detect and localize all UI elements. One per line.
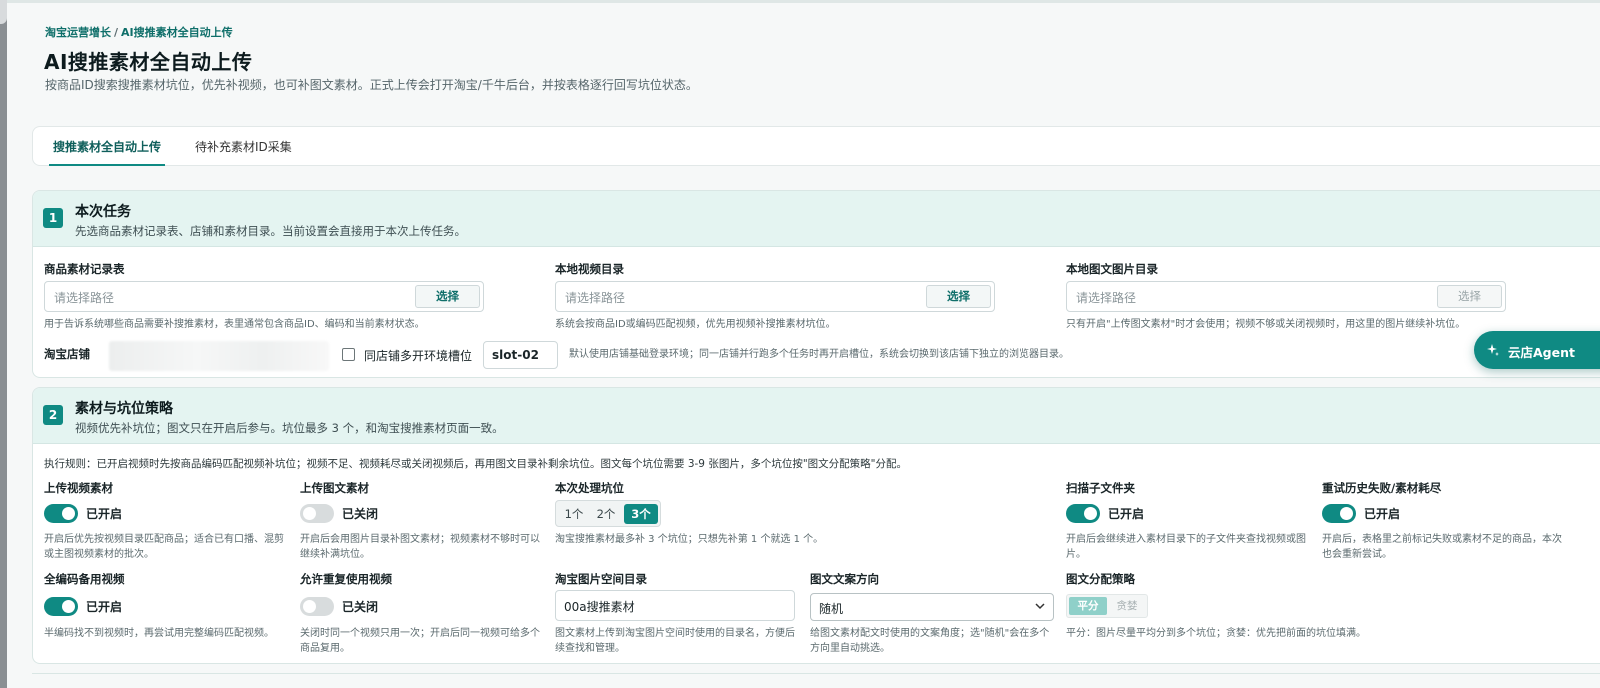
scan-subfolders-state: 已开启: [1108, 507, 1145, 521]
upload-image-state: 已关闭: [342, 507, 379, 521]
allow-reuse-help: 关闭时同一个视频只用一次；开启后同一视频可给多个商品复用。: [300, 628, 540, 654]
window-scrollbar-edge[interactable]: [0, 0, 7, 688]
tab-collect-ids[interactable]: 待补充素材ID采集: [195, 138, 292, 155]
retry-failed-label: 重试历史失败/素材耗尽: [1322, 481, 1442, 495]
upload-image-toggle[interactable]: [300, 504, 334, 523]
record-table-help: 用于告诉系统哪些商品需要补搜推素材，表里通常包含商品ID、编码和当前素材状态。: [44, 319, 425, 330]
full-code-backup-state: 已开启: [86, 600, 123, 614]
retry-failed-help: 开启后，表格里之前标记失败或素材不足的商品，本次也会重新尝试。: [1322, 534, 1562, 560]
allow-reuse-state: 已关闭: [342, 600, 379, 614]
toggle-knob: [303, 600, 316, 613]
shop-help: 默认使用店铺基础登录环境；同一店铺并行跑多个任务时再开启槽位，系统会切换到该店铺…: [569, 349, 1069, 360]
video-dir-help: 系统会按商品ID或编码匹配视频，优先用视频补搜推素材坑位。: [555, 319, 836, 330]
agent-button-label: 云店Agent: [1508, 345, 1575, 360]
section-strategy: 2 素材与坑位策略 视频优先补坑位；图文只在开启后参与。坑位最多 3 个，和淘宝…: [32, 387, 1600, 664]
shop-label: 淘宝店铺: [44, 347, 90, 361]
image-dir-help: 只有开启"上传图文素材"时才会使用；视频不够或关闭视频时，用这里的图片继续补坑位…: [1066, 319, 1466, 330]
path-placeholder: 请选择路径: [54, 291, 115, 305]
record-table-label: 商品素材记录表: [44, 262, 125, 276]
image-space-dir-input[interactable]: 00a搜推素材: [555, 590, 795, 621]
window-top-border: [0, 0, 1600, 3]
toggle-knob: [303, 507, 316, 520]
path-placeholder: 请选择路径: [1076, 291, 1137, 305]
section-title: 本次任务: [75, 204, 131, 220]
next-section-edge: [32, 673, 1600, 674]
record-table-select-button[interactable]: 选择: [415, 285, 480, 308]
section-strategy-header: 2 素材与坑位策略 视频优先补坑位；图文只在开启后参与。坑位最多 3 个，和淘宝…: [33, 388, 1600, 444]
tab-bar: 搜推素材全自动上传 待补充素材ID采集: [32, 126, 1600, 166]
sparkle-icon: [1487, 344, 1499, 356]
copy-direction-label: 图文文案方向: [810, 572, 879, 586]
tab-auto-upload[interactable]: 搜推素材全自动上传: [48, 138, 166, 166]
page-title: AI搜推素材全自动上传: [44, 50, 253, 74]
distribution-option-even[interactable]: 平分: [1069, 597, 1107, 615]
distribution-segmented-control: 平分 贪婪: [1066, 594, 1148, 618]
full-code-backup-label: 全编码备用视频: [44, 572, 125, 586]
image-dir-select-button[interactable]: 选择: [1437, 285, 1502, 308]
slot-input[interactable]: slot-02: [483, 341, 558, 369]
video-dir-label: 本地视频目录: [555, 262, 624, 276]
video-dir-path-field[interactable]: 请选择路径 选择: [555, 281, 995, 312]
distribution-help: 平分：图片尽量平均分到多个坑位；贪婪：优先把前面的坑位填满。: [1066, 628, 1366, 639]
upload-video-toggle[interactable]: [44, 504, 78, 523]
distribution-option-greedy[interactable]: 贪婪: [1108, 597, 1146, 615]
agent-floating-button[interactable]: 云店Agent: [1474, 331, 1600, 369]
chevron-down-icon: [1035, 603, 1045, 610]
distribution-label: 图文分配策略: [1066, 572, 1135, 586]
full-code-backup-toggle[interactable]: [44, 597, 78, 616]
image-space-dir-help: 图文素材上传到淘宝图片空间时使用的目录名，方便后续查找和管理。: [555, 628, 795, 654]
slots-option-1[interactable]: 1个: [559, 504, 589, 524]
path-placeholder: 请选择路径: [565, 291, 626, 305]
section-title: 素材与坑位策略: [75, 401, 173, 417]
upload-video-label: 上传视频素材: [44, 481, 113, 495]
section-subtitle: 视频优先补坑位；图文只在开启后参与。坑位最多 3 个，和淘宝搜推素材页面一致。: [75, 421, 504, 435]
copy-direction-select[interactable]: 随机: [810, 593, 1054, 621]
breadcrumb-current: AI搜推素材全自动上传: [121, 26, 233, 39]
section-task-header: 1 本次任务 先选商品素材记录表、店铺和素材目录。当前设置会直接用于本次上传任务…: [33, 191, 1600, 247]
retry-failed-toggle[interactable]: [1322, 504, 1356, 523]
slots-help: 淘宝搜推素材最多补 3 个坑位；只想先补第 1 个就选 1 个。: [555, 534, 824, 545]
execution-rule: 执行规则：已开启视频时先按商品编码匹配视频补坑位；视频不足、视频耗尽或关闭视频后…: [44, 458, 907, 470]
upload-image-label: 上传图文素材: [300, 481, 369, 495]
breadcrumb: 淘宝运营增长 / AI搜推素材全自动上传: [45, 24, 233, 40]
full-code-backup-help: 半编码找不到视频时，再尝试用完整编码匹配视频。: [44, 628, 274, 639]
breadcrumb-parent[interactable]: 淘宝运营增长: [45, 26, 111, 39]
upload-video-help: 开启后优先按视频目录匹配商品；适合已有口播、混剪或主图视频素材的批次。: [44, 534, 284, 560]
allow-reuse-label: 允许重复使用视频: [300, 572, 392, 586]
slots-option-2[interactable]: 2个: [591, 504, 621, 524]
toggle-knob: [62, 507, 75, 520]
slots-segmented-control: 1个 2个 3个: [555, 500, 661, 527]
multi-env-checkbox[interactable]: [342, 348, 355, 361]
section-task: 1 本次任务 先选商品素材记录表、店铺和素材目录。当前设置会直接用于本次上传任务…: [32, 190, 1600, 378]
shop-select-redacted[interactable]: [109, 341, 329, 371]
image-dir-path-field[interactable]: 请选择路径 选择: [1066, 281, 1506, 312]
section-subtitle: 先选商品素材记录表、店铺和素材目录。当前设置会直接用于本次上传任务。: [75, 224, 466, 238]
image-space-dir-label: 淘宝图片空间目录: [555, 572, 647, 586]
page-subtitle: 按商品ID搜索搜推素材坑位，优先补视频，也可补图文素材。正式上传会打开淘宝/千牛…: [45, 78, 698, 92]
toggle-knob: [62, 600, 75, 613]
toggle-knob: [1084, 507, 1097, 520]
multi-env-label: 同店铺多开环境槽位: [364, 349, 473, 363]
scan-subfolders-toggle[interactable]: [1066, 504, 1100, 523]
copy-direction-value: 随机: [819, 602, 844, 616]
breadcrumb-separator: /: [114, 26, 119, 39]
scan-subfolders-help: 开启后会继续进入素材目录下的子文件夹查找视频或图片。: [1066, 534, 1306, 560]
section-number-badge: 2: [43, 405, 63, 425]
toggle-knob: [1340, 507, 1353, 520]
retry-failed-state: 已开启: [1364, 507, 1401, 521]
video-dir-select-button[interactable]: 选择: [926, 285, 991, 308]
slots-label: 本次处理坑位: [555, 481, 624, 495]
scan-subfolders-label: 扫描子文件夹: [1066, 481, 1135, 495]
record-table-path-field[interactable]: 请选择路径 选择: [44, 281, 484, 312]
upload-image-help: 开启后会用图片目录补图文素材；视频素材不够时可以继续补满坑位。: [300, 534, 540, 560]
section-number-badge: 1: [43, 208, 63, 228]
slots-option-3[interactable]: 3个: [624, 504, 658, 524]
allow-reuse-toggle[interactable]: [300, 597, 334, 616]
upload-video-state: 已开启: [86, 507, 123, 521]
copy-direction-help: 给图文素材配文时使用的文案角度；选"随机"会在多个方向里自动挑选。: [810, 628, 1050, 654]
image-dir-label: 本地图文图片目录: [1066, 262, 1158, 276]
